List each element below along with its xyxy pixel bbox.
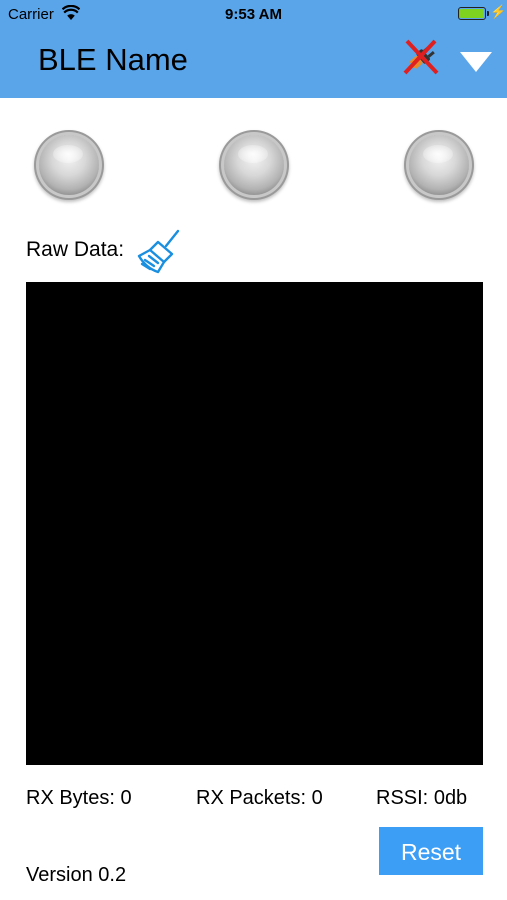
rx-packets-label: RX Packets: (196, 787, 307, 809)
status-bar: Carrier 9:53 AM ⚡ (0, 0, 507, 30)
nav-bar: Carrier 9:53 AM ⚡ BLE Name (0, 0, 507, 98)
rssi-value: 0 (433, 787, 445, 809)
rx-packets-value: 0 (311, 787, 323, 809)
page-title: BLE Name (38, 42, 188, 77)
reset-button[interactable]: Reset (379, 827, 483, 875)
rssi-unit: db (444, 787, 468, 809)
version-label: Version 0.2 (26, 864, 127, 886)
raw-data-view[interactable] (26, 282, 483, 765)
led-indicator-1 (39, 135, 99, 195)
triangle-down-icon[interactable] (460, 52, 492, 72)
charging-icon: ⚡ (490, 4, 507, 19)
rssi-label: RSSI: (376, 787, 429, 809)
battery-icon (458, 7, 489, 20)
broom-icon[interactable] (136, 228, 184, 274)
rx-bytes: RX Bytes: 0 (26, 787, 132, 810)
disconnected-plug-icon[interactable] (401, 37, 441, 77)
raw-data-label: Raw Data: (26, 238, 125, 261)
rx-bytes-label: RX Bytes: (26, 787, 115, 809)
rx-packets: RX Packets: 0 (196, 787, 323, 810)
led-indicator-2 (224, 135, 284, 195)
led-indicator-3 (409, 135, 469, 195)
rssi: RSSI: 0db (376, 787, 467, 810)
clock: 9:53 AM (225, 6, 282, 23)
rx-bytes-value: 0 (120, 787, 132, 809)
